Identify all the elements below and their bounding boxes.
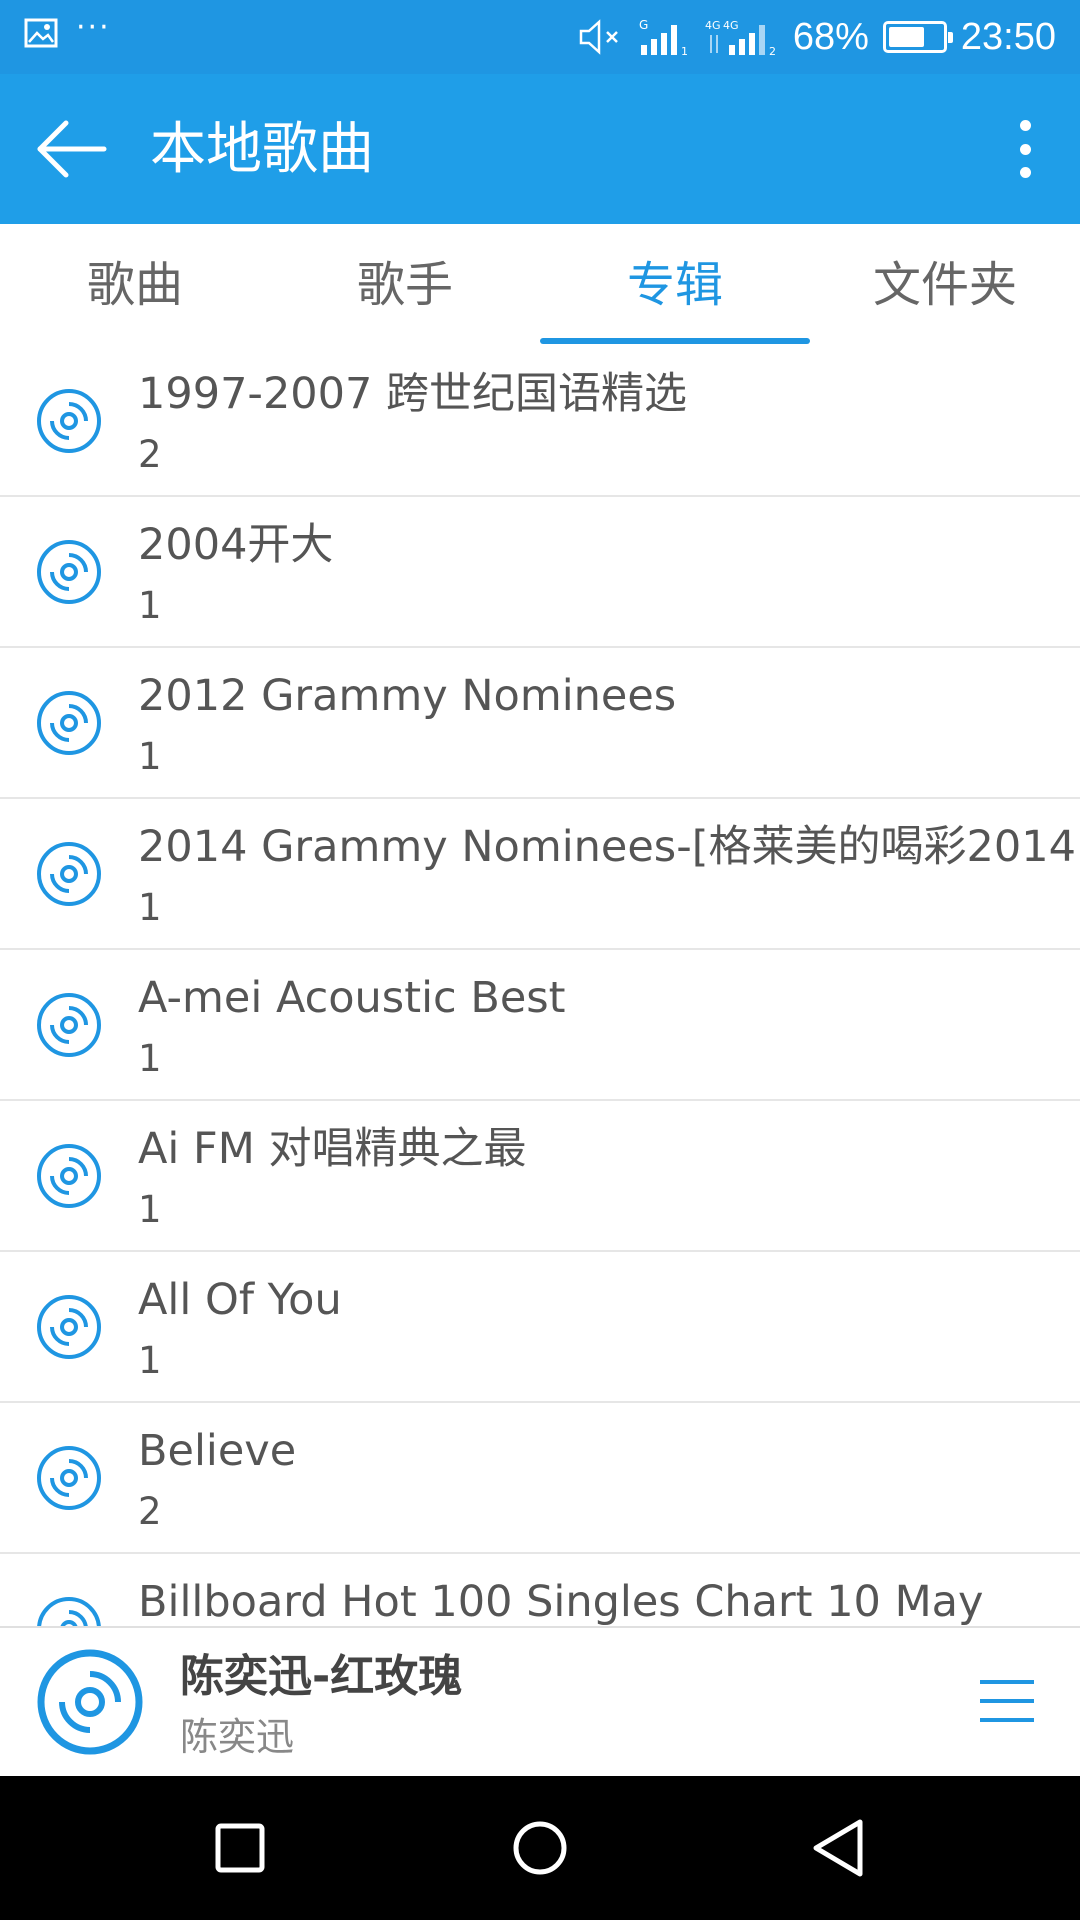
album-song-count: 1: [138, 1339, 162, 1382]
album-disc-icon: [37, 540, 101, 604]
album-song-count: 1: [138, 1037, 162, 1080]
system-navigation-bar: [0, 1776, 1080, 1920]
album-disc-icon: [37, 389, 101, 453]
album-disc-icon: [37, 1295, 101, 1359]
battery-percentage: 68%: [792, 16, 869, 58]
app-bar: 本地歌曲: [0, 74, 1080, 224]
recent-apps-icon[interactable]: [200, 1808, 280, 1888]
album-disc-icon: [37, 1597, 101, 1626]
tab-bar: 歌曲 歌手 专辑 文件夹: [0, 224, 1080, 346]
album-disc-icon: [37, 1446, 101, 1510]
album-song-count: 1: [138, 1188, 162, 1231]
now-playing-bar[interactable]: 陈奕迅-红玫瑰 陈奕迅: [0, 1626, 1080, 1776]
album-song-count: 1: [138, 886, 162, 929]
list-item[interactable]: 2012 Grammy Nominees 1: [0, 648, 1080, 799]
signal-sim2-icon: 4G 4G 2: [705, 19, 776, 57]
album-title: 1997-2007 跨世纪国语精选: [138, 369, 688, 419]
status-clock: 23:50: [960, 16, 1056, 58]
svg-text:1: 1: [681, 45, 688, 57]
overflow-menu-button[interactable]: [1010, 114, 1040, 184]
tab-songs[interactable]: 歌曲: [0, 224, 270, 346]
svg-text:G: G: [639, 18, 648, 32]
album-list[interactable]: 1997-2007 跨世纪国语精选 2 2004开大 1 2012 Grammy…: [0, 346, 1080, 1626]
list-item[interactable]: 2014 Grammy Nominees-[格莱美的喝彩2014] 1: [0, 799, 1080, 950]
back-button[interactable]: [30, 114, 110, 184]
svg-text:4G: 4G: [705, 19, 721, 32]
album-title: Ai FM 对唱精典之最: [138, 1124, 527, 1174]
signal-sim1-icon: G 1: [639, 18, 688, 57]
status-bar-left: ···: [24, 13, 111, 48]
album-title: All Of You: [138, 1275, 342, 1325]
album-title: 2012 Grammy Nominees: [138, 671, 677, 721]
mute-icon: [579, 19, 618, 55]
list-item[interactable]: A-mei Acoustic Best 1: [0, 950, 1080, 1101]
album-title: Believe: [138, 1426, 297, 1476]
list-item[interactable]: Believe 2: [0, 1403, 1080, 1554]
image-icon: [24, 18, 58, 48]
album-title: Billboard Hot 100 Singles Chart 10 May: [138, 1577, 984, 1626]
back-arrow-icon: [37, 120, 107, 178]
list-item[interactable]: All Of You 1: [0, 1252, 1080, 1403]
tab-folders[interactable]: 文件夹: [810, 224, 1080, 346]
playlist-menu-icon[interactable]: [978, 1678, 1036, 1724]
album-song-count: 1: [138, 735, 162, 778]
svg-text:4G: 4G: [723, 19, 739, 32]
status-bar-right: G 1 4G 4G 2 68% 23:50: [577, 14, 1056, 60]
album-song-count: 1: [138, 584, 162, 627]
album-title: 2004开大: [138, 520, 334, 570]
battery-level-fill: [888, 27, 925, 47]
album-song-count: 2: [138, 433, 162, 476]
home-icon[interactable]: [500, 1808, 580, 1888]
now-playing-title: 陈奕迅-红玫瑰: [180, 1651, 463, 1702]
album-title: A-mei Acoustic Best: [138, 973, 566, 1023]
more-dots-icon: ···: [76, 10, 111, 45]
battery-icon: [882, 21, 953, 53]
list-item[interactable]: Billboard Hot 100 Singles Chart 10 May: [0, 1554, 1080, 1626]
album-title: 2014 Grammy Nominees-[格莱美的喝彩2014]: [138, 822, 1080, 872]
overflow-dot: [1019, 143, 1031, 155]
svg-text:2: 2: [769, 45, 776, 57]
album-disc-icon: [37, 993, 101, 1057]
list-item[interactable]: 2004开大 1: [0, 497, 1080, 648]
album-song-count: 2: [138, 1490, 162, 1533]
tab-artists[interactable]: 歌手: [270, 224, 540, 346]
album-disc-icon: [37, 691, 101, 755]
status-bar: ··· G 1 4G 4G 2 68% 23:50: [0, 0, 1080, 74]
overflow-dot: [1019, 167, 1031, 178]
now-playing-disc-icon[interactable]: [36, 1648, 144, 1756]
page-title: 本地歌曲: [150, 117, 374, 182]
list-item[interactable]: Ai FM 对唱精典之最 1: [0, 1101, 1080, 1252]
list-item[interactable]: 1997-2007 跨世纪国语精选 2: [0, 346, 1080, 497]
tab-albums[interactable]: 专辑: [540, 224, 810, 346]
nav-back-icon[interactable]: [800, 1808, 880, 1888]
overflow-dot: [1019, 120, 1031, 131]
album-disc-icon: [37, 1144, 101, 1208]
album-disc-icon: [37, 842, 101, 906]
now-playing-artist: 陈奕迅: [180, 1715, 295, 1759]
